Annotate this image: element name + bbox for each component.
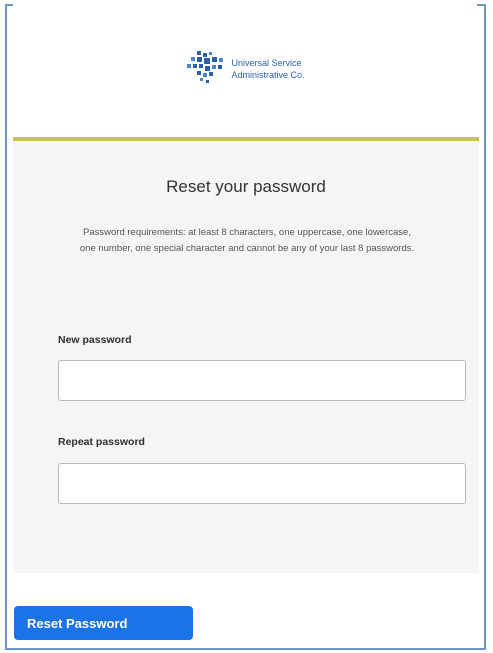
logo-line-1: Universal Service xyxy=(231,58,302,68)
password-requirements: Password requirements: at least 8 charac… xyxy=(79,227,415,254)
logo-line-2: Administrative Co. xyxy=(231,70,305,80)
reset-password-button[interactable]: Reset Password xyxy=(14,606,193,640)
usac-logo-icon xyxy=(187,51,224,83)
reset-password-card: Reset your password Password requirement… xyxy=(13,141,479,573)
new-password-label: New password xyxy=(58,334,132,346)
repeat-password-input[interactable] xyxy=(58,463,466,504)
repeat-password-label: Repeat password xyxy=(58,436,145,448)
usac-logo[interactable]: Universal Service Administrative Co. xyxy=(185,51,305,87)
logo-text: Universal Service Administrative Co. xyxy=(231,57,304,81)
new-password-input[interactable] xyxy=(58,360,466,401)
page-title: Reset your password xyxy=(166,177,326,196)
header: Universal Service Administrative Co. xyxy=(13,3,477,139)
